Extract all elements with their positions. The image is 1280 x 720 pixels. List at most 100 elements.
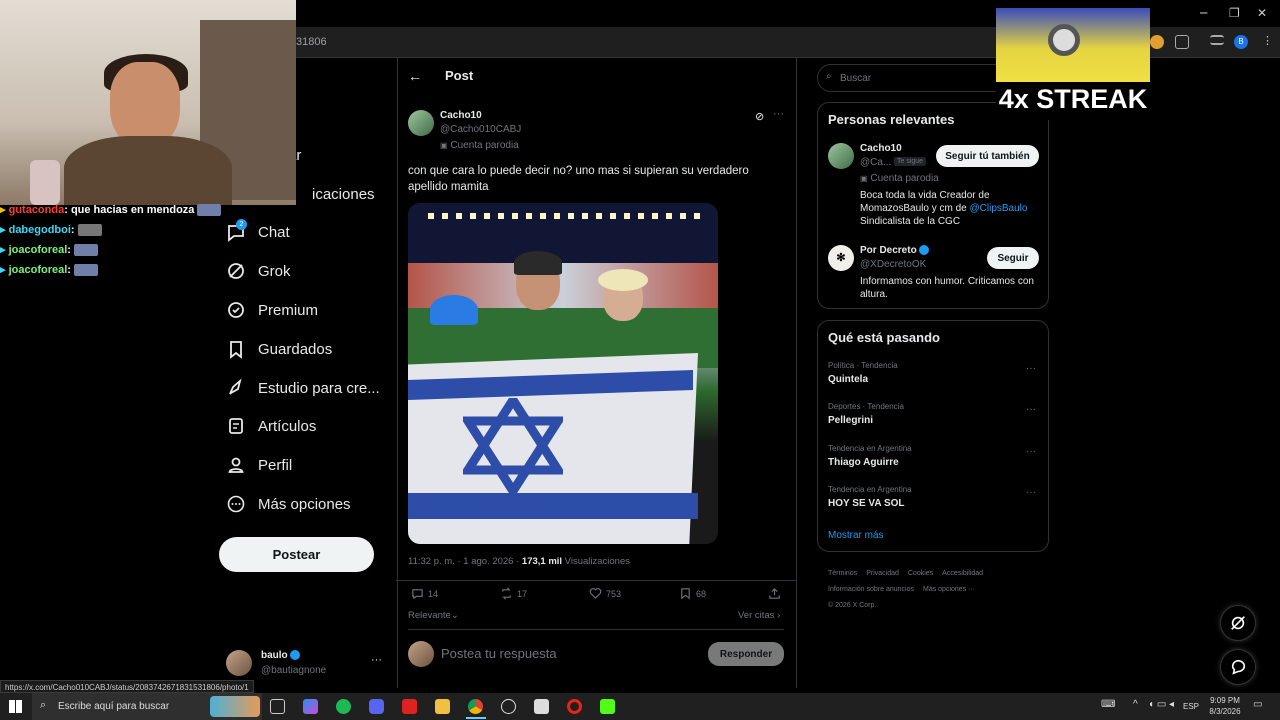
person-avatar[interactable]: ✻ [828, 245, 854, 271]
copyright: © 2026 X Corp. [828, 602, 877, 609]
obs-icon[interactable] [501, 699, 516, 714]
chat-text: : que hacias en mendoza [64, 204, 195, 216]
footer-link[interactable]: Términos [828, 570, 857, 577]
copilot-icon[interactable] [303, 699, 318, 714]
notification-icon[interactable]: ▭ [1253, 699, 1262, 710]
taskbar-search-input[interactable]: Escribe aquí para buscar [58, 701, 169, 712]
restore-icon[interactable]: ❐ [1229, 6, 1240, 20]
trend-item[interactable]: HOY SE VA SOL [828, 498, 905, 509]
address-url[interactable]: 31806 [296, 36, 327, 48]
media-icon[interactable] [1210, 35, 1224, 45]
post-time[interactable]: 11:32 p. m. · 1 ago. 2026 · [408, 556, 522, 567]
search-box[interactable]: ⌕ Buscar [817, 64, 1007, 92]
footer-links: Términos Privacidad Cookies Accesibilidad I… [828, 566, 1048, 614]
divider [397, 58, 398, 688]
show-more-link[interactable]: Mostrar más [828, 530, 884, 541]
clock[interactable]: 9:09 PM 8/3/2026 [1208, 696, 1242, 716]
trend-more-icon[interactable]: ··· [1026, 363, 1036, 374]
account-switcher[interactable]: baulo @bautiagnone ··· [226, 648, 386, 680]
follow-button[interactable]: Seguir [987, 247, 1039, 269]
search-input[interactable]: Buscar [840, 73, 871, 84]
grok-fab[interactable] [1220, 605, 1256, 641]
browser-menu-icon[interactable]: ⋮ [1262, 35, 1276, 49]
reply-button[interactable]: 14 [411, 587, 438, 600]
person-avatar[interactable] [828, 143, 854, 169]
like-button[interactable]: 753 [589, 587, 621, 600]
trend-more-icon[interactable]: ··· [1026, 487, 1036, 498]
follow-back-button[interactable]: Seguir tú también [936, 145, 1039, 167]
kick-icon[interactable] [600, 699, 615, 714]
trend-item[interactable]: Pellegrini [828, 415, 873, 426]
nav-item-premium[interactable]: Premium [226, 295, 318, 325]
reply-input[interactable]: Postea tu respuesta [441, 646, 557, 661]
trend-more-icon[interactable]: ··· [1026, 404, 1036, 415]
nav-item-creator-studio[interactable]: Estudio para cre... [226, 373, 380, 403]
task-view-icon[interactable] [270, 699, 285, 714]
footer-link[interactable]: Información sobre anuncios [828, 586, 914, 593]
author-avatar[interactable] [408, 110, 434, 136]
post-more-icon[interactable]: ··· [773, 108, 784, 120]
chat-text: : [70, 224, 75, 236]
minimize-icon[interactable]: ─ [1200, 6, 1207, 20]
extensions-puzzle-icon[interactable] [1175, 35, 1189, 49]
taskbar-search[interactable]: ⌕ Escribe aquí para buscar [32, 693, 262, 720]
nav-item-grok[interactable]: Grok [226, 256, 291, 286]
extension-icon[interactable] [1150, 35, 1164, 49]
spotify-icon[interactable] [336, 699, 351, 714]
person-name[interactable]: Cacho10 [860, 143, 902, 154]
footer-link[interactable]: Privacidad [866, 570, 899, 577]
trend-more-icon[interactable]: ··· [1026, 446, 1036, 457]
nav-item-more[interactable]: Más opciones [226, 489, 351, 519]
app-icon[interactable] [534, 699, 549, 714]
sort-dropdown[interactable]: Relevante⌄ [408, 610, 459, 621]
repost-button[interactable]: 17 [500, 587, 527, 600]
footer-link[interactable]: Más opciones ··· [923, 586, 975, 593]
windows-start-icon[interactable] [9, 700, 22, 713]
quotes-link[interactable]: Ver citas › [738, 610, 780, 621]
nav-item-articles[interactable]: Artículos [226, 411, 316, 441]
footer-link[interactable]: Cookies [908, 570, 933, 577]
language-indicator[interactable]: ESP [1183, 702, 1199, 711]
more-icon[interactable]: ··· [371, 654, 382, 666]
quotes-label: Ver citas [738, 610, 775, 621]
post-button[interactable]: Postear [219, 537, 374, 572]
nav-item-profile[interactable]: Perfil [226, 450, 292, 480]
bio-link[interactable]: @ClipsBaulo [970, 203, 1028, 214]
person-handle[interactable]: @XDecretoOK [860, 259, 926, 270]
opera-icon[interactable] [567, 699, 582, 714]
person-handle[interactable]: @Ca... [860, 157, 891, 168]
discord-icon[interactable] [369, 699, 384, 714]
share-button[interactable] [768, 587, 781, 600]
back-arrow-icon[interactable]: ← [408, 68, 422, 84]
trend-item[interactable]: Quintela [828, 374, 868, 385]
profile-avatar[interactable]: B [1234, 35, 1248, 49]
grok-explain-icon[interactable]: ⊘ [755, 110, 764, 123]
avatar [226, 650, 252, 676]
premium-icon [228, 302, 244, 318]
chevron-up-icon[interactable]: ^ [1133, 699, 1138, 710]
keyboard-icon[interactable]: ⌨ [1101, 699, 1115, 710]
chat-message: ▸ dabegodboi: [0, 223, 230, 237]
app-icon[interactable] [402, 699, 417, 714]
author-name[interactable]: Cacho10 [440, 110, 482, 121]
file-explorer-icon[interactable] [435, 699, 450, 714]
active-indicator [466, 717, 486, 719]
page-title: Post [445, 68, 474, 83]
bookmark-icon [681, 588, 690, 600]
trend-category: Deportes · Tendencia [828, 402, 904, 411]
nav-item-bookmarks[interactable]: Guardados [226, 334, 332, 364]
tray-icons[interactable]: ◖ ▭ ◂ [1148, 699, 1174, 710]
messages-fab[interactable] [1220, 649, 1256, 685]
close-icon[interactable]: ✕ [1257, 6, 1267, 20]
person-name[interactable]: Por Decreto [860, 245, 930, 256]
author-handle[interactable]: @Cacho010CABJ [440, 124, 521, 135]
chrome-icon[interactable] [468, 699, 483, 714]
nav-item-chat[interactable]: Chat 2 [226, 217, 290, 247]
reply-submit-button[interactable]: Responder [708, 642, 784, 666]
account-handle: @bautiagnone [261, 665, 327, 676]
bookmark-button[interactable]: 68 [679, 587, 706, 600]
chat-username: gutaconda [8, 204, 65, 216]
post-photo[interactable] [408, 203, 718, 544]
footer-link[interactable]: Accesibilidad [942, 570, 983, 577]
trend-item[interactable]: Thiago Aguirre [828, 457, 899, 468]
